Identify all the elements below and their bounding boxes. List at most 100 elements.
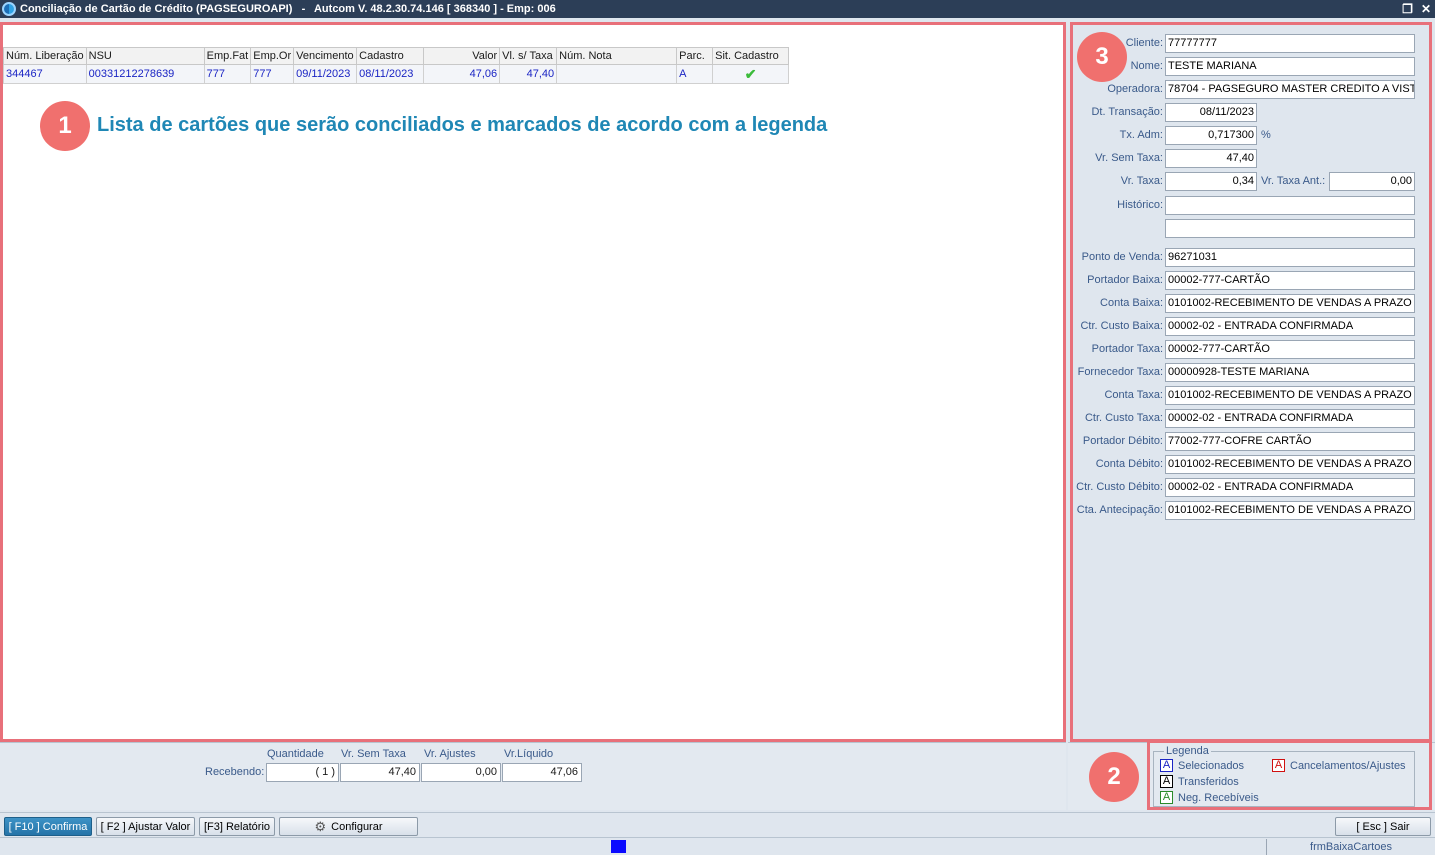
cell-nsu[interactable]: 00331212278639 — [85, 64, 205, 84]
historico-field-1[interactable] — [1165, 196, 1415, 215]
annotation-text-1: Lista de cartões que serão conciliados e… — [97, 114, 828, 136]
col-cadastro[interactable]: Cadastro — [356, 47, 425, 65]
window-title: Conciliação de Cartão de Crédito (PAGSEG… — [20, 3, 556, 15]
col-emp-fat[interactable]: Emp.Fat — [203, 47, 252, 65]
confirm-button[interactable]: [ F10 ] Confirma — [4, 817, 92, 836]
legend-swatch-transferidos: A — [1160, 775, 1173, 788]
portador-taxa-field[interactable]: 00002-777-CARTÃO — [1165, 340, 1415, 359]
vr-taxa-field[interactable]: 0,34 — [1165, 172, 1257, 191]
restore-icon[interactable]: ❐ — [1402, 3, 1413, 15]
col-num-liberacao[interactable]: Núm. Liberação — [3, 47, 87, 65]
conta-baixa-field[interactable]: 0101002-RECEBIMENTO DE VENDAS A PRAZO — [1165, 294, 1415, 313]
ctr-custo-debito-label: Ctr. Custo Débito: — [1076, 481, 1163, 493]
conta-debito-label: Conta Débito: — [1095, 458, 1163, 470]
ctr-custo-baixa-field[interactable]: 00002-02 - ENTRADA CONFIRMADA — [1165, 317, 1415, 336]
legend-swatch-neg-recebiveis: A — [1160, 791, 1173, 804]
legend-item-selecionados: A Selecionados — [1160, 759, 1244, 772]
legend-swatch-cancelamentos: A — [1272, 759, 1285, 772]
recebendo-label: Recebendo: — [205, 766, 265, 778]
cliente-label: Cliente: — [1125, 37, 1163, 49]
cta-antecipacao-field[interactable]: 0101002-RECEBIMENTO DE VENDAS A PRAZO — [1165, 501, 1415, 520]
close-icon[interactable]: ✕ — [1421, 3, 1431, 15]
vr-taxa-label: Vr. Taxa: — [1120, 175, 1163, 187]
historico-field-2[interactable] — [1165, 219, 1415, 238]
grid-header-row: Núm. Liberação NSU Emp.Fat Emp.Or Vencim… — [3, 47, 790, 65]
status-bar: frmBaixaCartoes — [0, 837, 1435, 855]
table-row[interactable]: 344467 00331212278639 777 777 09/11/2023… — [3, 64, 790, 84]
portador-debito-field[interactable]: 77002-777-COFRE CARTÃO — [1165, 432, 1415, 451]
ponto-venda-field[interactable]: 96271031 — [1165, 248, 1415, 267]
legend-item-neg-recebiveis: A Neg. Recebíveis — [1160, 791, 1259, 804]
cliente-field[interactable]: 77777777 — [1165, 34, 1415, 53]
vr-taxa-ant-field[interactable]: 0,00 — [1329, 172, 1415, 191]
annotation-badge-2: 2 — [1089, 752, 1139, 802]
cards-grid[interactable]: Núm. Liberação NSU Emp.Fat Emp.Or Vencim… — [3, 47, 790, 84]
legend-item-cancelamentos: A Cancelamentos/Ajustes — [1272, 759, 1406, 772]
fornecedor-taxa-field[interactable]: 00000928-TESTE MARIANA — [1165, 363, 1415, 382]
col-vl-s-taxa[interactable]: Vl. s/ Taxa — [499, 47, 558, 65]
vr-ajustes-value: 0,00 — [421, 763, 501, 782]
cell-liberacao[interactable]: 344467 — [3, 64, 87, 84]
quantidade-value: ( 1 ) — [266, 763, 339, 782]
cell-parc[interactable]: A — [676, 64, 714, 84]
adjust-value-button[interactable]: [ F2 ] Ajustar Valor — [96, 817, 195, 836]
tx-adm-label: Tx. Adm: — [1119, 129, 1163, 141]
cell-vl-s-taxa[interactable]: 47,40 — [499, 64, 558, 84]
form-name: frmBaixaCartoes — [1266, 839, 1435, 855]
vr-liquido-label: Vr.Líquido — [504, 748, 554, 760]
ctr-custo-debito-field[interactable]: 00002-02 - ENTRADA CONFIRMADA — [1165, 478, 1415, 497]
dt-transacao-field[interactable]: 08/11/2023 — [1165, 103, 1257, 122]
col-parc[interactable]: Parc. — [676, 47, 714, 65]
portador-baixa-field[interactable]: 00002-777-CARTÃO — [1165, 271, 1415, 290]
col-num-nota[interactable]: Núm. Nota — [556, 47, 678, 65]
configure-button[interactable]: ⚙ Configurar — [279, 817, 418, 836]
col-emp-or[interactable]: Emp.Or — [250, 47, 295, 65]
legend-label-selecionados: Selecionados — [1178, 759, 1245, 772]
check-icon: ✔ — [744, 65, 757, 82]
conta-taxa-field[interactable]: 0101002-RECEBIMENTO DE VENDAS A PRAZO — [1165, 386, 1415, 405]
app-logo-icon — [2, 2, 16, 16]
operadora-label: Operadora: — [1107, 83, 1163, 95]
cell-cadastro[interactable]: 08/11/2023 — [356, 64, 425, 84]
cell-num-nota[interactable] — [556, 64, 678, 84]
conta-debito-field[interactable]: 0101002-RECEBIMENTO DE VENDAS A PRAZO — [1165, 455, 1415, 474]
cell-emp-fat[interactable]: 777 — [203, 64, 252, 84]
vr-sem-taxa-label: Vr. Sem Taxa: — [1095, 152, 1163, 164]
ctr-custo-taxa-label: Ctr. Custo Taxa: — [1084, 412, 1163, 424]
conta-taxa-label: Conta Taxa: — [1104, 389, 1163, 401]
portador-debito-label: Portador Débito: — [1082, 435, 1163, 447]
totals-vr-sem-taxa-label: Vr. Sem Taxa — [341, 748, 406, 760]
ctr-custo-taxa-field[interactable]: 00002-02 - ENTRADA CONFIRMADA — [1165, 409, 1415, 428]
conta-baixa-label: Conta Baixa: — [1100, 297, 1163, 309]
historico-label: Histórico: — [1117, 199, 1163, 211]
vr-sem-taxa-field[interactable]: 47,40 — [1165, 149, 1257, 168]
vr-taxa-ant-label: Vr. Taxa Ant.: — [1261, 175, 1326, 187]
legend-swatch-selecionados: A — [1160, 759, 1173, 772]
tx-adm-field[interactable]: 0,717300 — [1165, 126, 1257, 145]
vr-ajustes-label: Vr. Ajustes — [424, 748, 476, 760]
cell-sit-cadastro[interactable]: ✔ — [712, 64, 790, 84]
annotation-badge-1: 1 — [40, 101, 90, 151]
window-titlebar: Conciliação de Cartão de Crédito (PAGSEG… — [0, 0, 1435, 18]
status-indicator — [611, 840, 626, 853]
cell-valor[interactable]: 47,06 — [423, 64, 501, 84]
report-button[interactable]: [F3] Relatório — [199, 817, 275, 836]
totals-panel: Quantidade Vr. Sem Taxa Vr. Ajustes Vr.L… — [0, 742, 1066, 810]
cell-emp-or[interactable]: 777 — [250, 64, 295, 84]
col-nsu[interactable]: NSU — [85, 47, 205, 65]
col-vencimento[interactable]: Vencimento — [293, 47, 358, 65]
cell-vencimento[interactable]: 09/11/2023 — [293, 64, 358, 84]
nome-label: Nome: — [1130, 60, 1163, 72]
operadora-field[interactable]: 78704 - PAGSEGURO MASTER CREDITO A VISTA — [1165, 80, 1415, 99]
col-valor[interactable]: Valor — [423, 47, 501, 65]
quantidade-label: Quantidade — [267, 748, 324, 760]
portador-taxa-label: Portador Taxa: — [1091, 343, 1163, 355]
legend-title: Legenda — [1164, 745, 1211, 757]
dt-transacao-label: Dt. Transação: — [1091, 106, 1163, 118]
exit-button[interactable]: [ Esc ] Sair — [1335, 817, 1431, 836]
legend-label-cancelamentos: Cancelamentos/Ajustes — [1290, 759, 1406, 772]
nome-field[interactable]: TESTE MARIANA — [1165, 57, 1415, 76]
portador-baixa-label: Portador Baixa: — [1087, 274, 1163, 286]
col-sit-cadastro[interactable]: Sit. Cadastro — [712, 47, 790, 65]
gear-icon: ⚙ — [314, 818, 327, 834]
